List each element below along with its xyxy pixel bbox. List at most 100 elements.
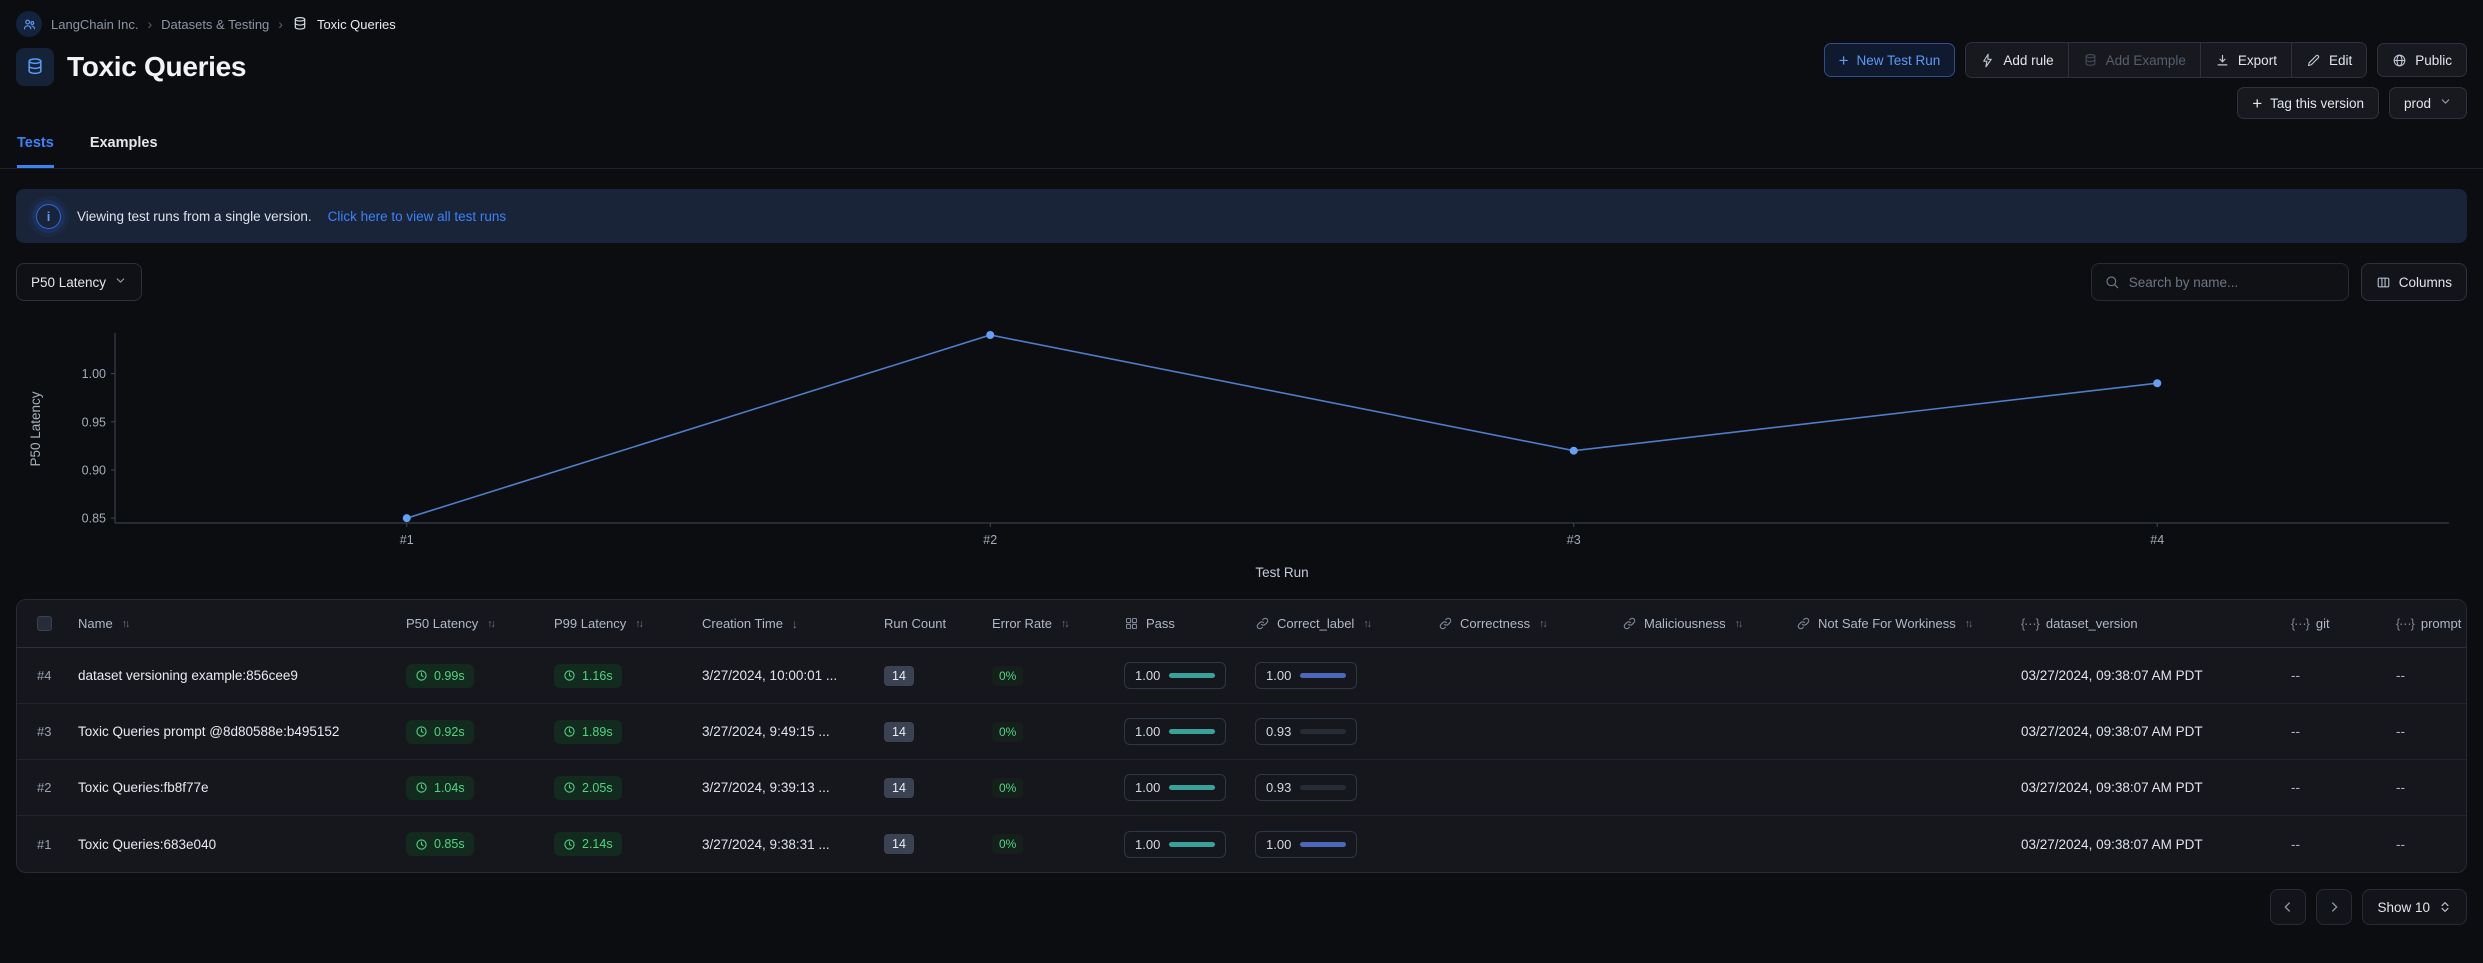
columns-label: Columns <box>2399 275 2452 290</box>
search-input[interactable] <box>2129 275 2336 290</box>
column-header-error-rate[interactable]: Error Rate↑↓ <box>976 600 1108 647</box>
page-title: Toxic Queries <box>67 51 246 83</box>
p99-latency-pill: 2.14s <box>554 832 622 856</box>
chevron-right-icon: › <box>278 16 283 32</box>
breadcrumb-org[interactable]: LangChain Inc. <box>51 17 138 32</box>
error-rate-badge: 0% <box>992 722 1023 742</box>
link-icon <box>1255 616 1270 631</box>
dataset-version: 03/27/2024, 09:38:07 AM PDT <box>2021 724 2203 739</box>
previous-page-button[interactable] <box>2270 889 2306 925</box>
download-icon <box>2215 53 2230 68</box>
correct-label-score-bar <box>1300 842 1346 847</box>
column-header-creation-time[interactable]: Creation Time↓ <box>686 600 868 647</box>
sort-icon: ↑↓ <box>1539 618 1546 630</box>
column-label: prompt <box>2421 616 2461 631</box>
column-header-p99-latency[interactable]: P99 Latency↑↓ <box>538 600 686 647</box>
add-rule-button[interactable]: Add rule <box>1966 43 2067 77</box>
p50-latency-pill-value: 0.92s <box>434 725 465 739</box>
column-header-git[interactable]: {⋯} git <box>2275 600 2380 647</box>
new-test-run-button[interactable]: + New Test Run <box>1824 43 1956 77</box>
p50-latency-pill: 0.85s <box>406 832 474 856</box>
pass-score-bar <box>1169 785 1215 790</box>
version-select[interactable]: prod <box>2389 87 2467 119</box>
p50-latency-pill: 0.99s <box>406 664 474 688</box>
git-value: -- <box>2291 668 2300 683</box>
p99-latency-pill-value: 1.16s <box>582 669 613 683</box>
sort-icon: ↑↓ <box>1735 618 1742 630</box>
p99-latency-pill: 2.05s <box>554 776 622 800</box>
table-row[interactable]: #1Toxic Queries:683e0400.85s2.14s3/27/20… <box>17 816 2466 872</box>
correct-label-score-bar <box>1300 785 1346 790</box>
pencil-icon <box>2306 53 2321 68</box>
p50-latency-pill-value: 1.04s <box>434 781 465 795</box>
chart-controls: P50 Latency Columns <box>16 263 2467 301</box>
test-runs-table: Name↑↓P50 Latency↑↓P99 Latency↑↓Creation… <box>16 599 2467 873</box>
next-page-button[interactable] <box>2316 889 2352 925</box>
search-box <box>2091 263 2349 301</box>
column-header-pass[interactable]: Pass <box>1108 600 1239 647</box>
column-label: git <box>2316 616 2330 631</box>
org-avatar[interactable] <box>16 11 42 37</box>
column-label: P99 Latency <box>554 616 626 631</box>
new-test-run-label: New Test Run <box>1857 53 1941 68</box>
chevron-left-icon <box>2280 899 2296 915</box>
git-value: -- <box>2291 724 2300 739</box>
link-icon <box>1796 616 1811 631</box>
column-header-run-count[interactable]: Run Count <box>868 600 976 647</box>
database-icon <box>2083 53 2098 68</box>
metric-select-value: P50 Latency <box>31 275 106 290</box>
columns-button[interactable]: Columns <box>2361 263 2467 301</box>
column-header-prompt[interactable]: {⋯} prompt <box>2380 600 2466 647</box>
correct-label-score-value: 1.00 <box>1266 837 1291 852</box>
column-header-p50-latency[interactable]: P50 Latency↑↓ <box>390 600 538 647</box>
p50-latency-pill: 1.04s <box>406 776 474 800</box>
table-row[interactable]: #2Toxic Queries:fb8f77e1.04s2.05s3/27/20… <box>17 760 2466 816</box>
p50-latency-pill: 0.92s <box>406 720 474 744</box>
table-row[interactable]: #3Toxic Queries prompt @8d80588e:b495152… <box>17 704 2466 760</box>
p99-latency-pill-value: 1.89s <box>582 725 613 739</box>
row-number: #2 <box>37 780 51 795</box>
run-count-badge: 14 <box>884 778 914 798</box>
column-header-not-safe-for-workiness[interactable]: Not Safe For Workiness↑↓ <box>1780 600 2005 647</box>
export-label: Export <box>2238 53 2277 68</box>
braces-icon: {⋯} <box>2291 616 2309 631</box>
page-size-label: Show 10 <box>2377 900 2430 915</box>
table-row[interactable]: #4dataset versioning example:856cee90.99… <box>17 648 2466 704</box>
breadcrumb-section[interactable]: Datasets & Testing <box>161 17 269 32</box>
dataset-version: 03/27/2024, 09:38:07 AM PDT <box>2021 780 2203 795</box>
svg-text:Test Run: Test Run <box>1255 565 1308 580</box>
column-header-maliciousness[interactable]: Maliciousness↑↓ <box>1606 600 1780 647</box>
column-header-dataset-version[interactable]: {⋯}dataset_version <box>2005 600 2275 647</box>
clock-icon <box>563 669 576 682</box>
column-header-correctness[interactable]: Correctness ↑↓ <box>1422 600 1606 647</box>
edit-button[interactable]: Edit <box>2291 43 2366 77</box>
chevron-right-icon <box>2326 899 2342 915</box>
pagination: Show 10 <box>16 889 2467 925</box>
plus-icon: + <box>2252 95 2262 112</box>
pass-score-value: 1.00 <box>1135 668 1160 683</box>
metric-select[interactable]: P50 Latency <box>16 263 142 301</box>
page-size-select[interactable]: Show 10 <box>2362 889 2467 925</box>
creation-time: 3/27/2024, 9:39:13 ... <box>702 780 830 795</box>
p99-latency-pill: 1.89s <box>554 720 622 744</box>
public-label: Public <box>2415 53 2452 68</box>
view-all-test-runs-link[interactable]: Click here to view all test runs <box>328 209 507 224</box>
column-label: Correctness <box>1460 616 1530 631</box>
select-all-checkbox[interactable] <box>37 616 52 631</box>
pass-score: 1.00 <box>1124 662 1226 689</box>
add-example-button: Add Example <box>2068 43 2200 77</box>
add-rule-label: Add rule <box>2003 53 2053 68</box>
column-label: Not Safe For Workiness <box>1818 616 1956 631</box>
columns-icon <box>2376 275 2391 290</box>
column-label: Correct_label <box>1277 616 1354 631</box>
braces-icon: {⋯} <box>2396 616 2414 631</box>
column-header-name[interactable]: Name↑↓ <box>62 600 390 647</box>
export-button[interactable]: Export <box>2200 43 2291 77</box>
tab-bar: Tests Examples <box>0 131 2483 169</box>
tab-examples[interactable]: Examples <box>90 131 158 168</box>
column-header-correct-label[interactable]: Correct_label↑↓ <box>1239 600 1422 647</box>
column-label: Run Count <box>884 616 946 631</box>
tag-this-version-button[interactable]: + Tag this version <box>2237 87 2379 119</box>
public-button[interactable]: Public <box>2377 43 2467 77</box>
tab-tests[interactable]: Tests <box>17 131 54 168</box>
